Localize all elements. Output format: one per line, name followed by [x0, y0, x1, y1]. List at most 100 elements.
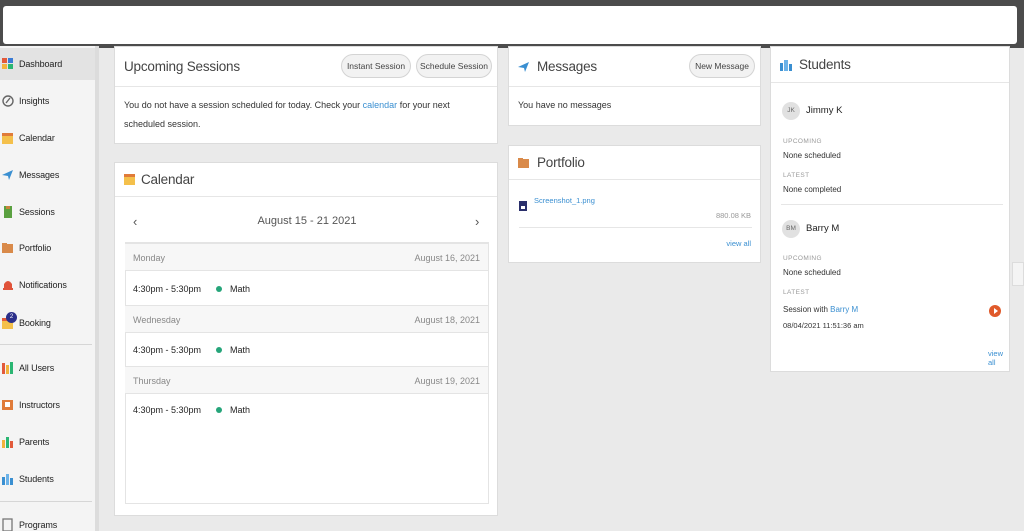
sidebar-item-label: Notifications	[19, 280, 67, 290]
instructors-icon	[2, 398, 14, 412]
event-dot	[216, 286, 223, 292]
sidebar-item-all-users[interactable]: All Users	[0, 352, 95, 384]
day-header: Thursday August 19, 2021	[125, 366, 488, 394]
day-header: Wednesday August 18, 2021	[125, 305, 488, 333]
card-title: Students	[799, 57, 851, 72]
sidebar-item-label: Programs	[19, 520, 58, 530]
file-icon	[519, 201, 527, 211]
messages-icon	[518, 61, 530, 73]
scrollbar[interactable]	[1012, 262, 1024, 286]
messages-card: Messages New Message You have no message…	[508, 46, 761, 126]
top-bar	[0, 0, 1024, 48]
calendar-event[interactable]: 4:30pm - 5:30pm Math	[133, 345, 250, 355]
messages-icon	[2, 168, 14, 182]
bell-icon	[2, 278, 14, 292]
sidebar-item-label: Booking	[19, 318, 51, 328]
divider	[781, 204, 1003, 205]
portfolio-icon	[2, 241, 14, 255]
play-icon[interactable]	[989, 305, 1001, 317]
day-date: August 18, 2021	[414, 315, 480, 325]
calendar-link[interactable]: calendar	[363, 100, 398, 110]
day-name: Wednesday	[133, 315, 181, 325]
all-users-icon	[2, 361, 14, 375]
calendar-event[interactable]: 4:30pm - 5:30pm Math	[133, 405, 250, 415]
latest-session: Session with Barry M	[783, 305, 858, 314]
card-title: Upcoming Sessions	[124, 59, 240, 74]
event-dot	[216, 347, 223, 353]
event-time: 4:30pm - 5:30pm	[133, 284, 202, 294]
instant-session-button[interactable]: Instant Session	[341, 54, 411, 78]
latest-label: LATEST	[783, 289, 810, 296]
sidebar-item-label: All Users	[19, 363, 55, 373]
card-title: Portfolio	[537, 155, 585, 170]
card-header: Portfolio	[509, 146, 760, 180]
avatar: JK	[782, 102, 800, 120]
students-view-all-link[interactable]: view all	[988, 349, 1009, 367]
dashboard-icon	[2, 57, 14, 71]
event-time: 4:30pm - 5:30pm	[133, 345, 202, 355]
sidebar-item-messages[interactable]: Messages	[0, 159, 95, 191]
sidebar-item-calendar[interactable]: Calendar	[0, 122, 95, 154]
upcoming-value: None scheduled	[783, 151, 841, 160]
card-title: Calendar	[141, 172, 195, 187]
day-header: Monday August 16, 2021	[125, 243, 488, 271]
next-week-button[interactable]: ›	[475, 214, 479, 229]
student-name[interactable]: Barry M	[806, 223, 839, 234]
sidebar-item-label: Messages	[19, 170, 60, 180]
latest-prefix: Session with	[783, 305, 831, 314]
portfolio-view-all-link[interactable]: view all	[726, 239, 751, 248]
sidebar: Dashboard Insights Calendar Messages Ses…	[0, 46, 99, 531]
sidebar-item-label: Parents	[19, 437, 50, 447]
students-card: Students JK Jimmy K UPCOMING None schedu…	[770, 46, 1010, 372]
avatar: BM	[782, 220, 800, 238]
sidebar-item-insights[interactable]: Insights	[0, 85, 95, 117]
calendar-card: Calendar ‹ August 15 - 21 2021 › Monday …	[114, 162, 498, 516]
sidebar-item-programs[interactable]: Programs	[0, 509, 95, 531]
sidebar-divider	[0, 501, 92, 502]
event-time: 4:30pm - 5:30pm	[133, 405, 202, 415]
calendar-icon	[124, 173, 135, 186]
sidebar-item-portfolio[interactable]: Portfolio	[0, 232, 95, 264]
sidebar-item-label: Students	[19, 474, 54, 484]
event-subject: Math	[230, 405, 251, 415]
notification-badge: 2	[6, 312, 17, 323]
sidebar-item-label: Calendar	[19, 133, 55, 143]
sessions-icon	[2, 205, 14, 219]
schedule-session-button[interactable]: Schedule Session	[416, 54, 492, 78]
sidebar-item-students[interactable]: Students	[0, 463, 95, 495]
event-subject: Math	[230, 284, 251, 294]
new-message-button[interactable]: New Message	[689, 54, 755, 78]
sidebar-item-instructors[interactable]: Instructors	[0, 389, 95, 421]
portfolio-card: Portfolio Screenshot_1.png 880.08 KB vie…	[508, 145, 761, 263]
programs-icon	[2, 518, 14, 531]
latest-time: 08/04/2021 11:51:36 am	[783, 321, 864, 330]
sidebar-item-sessions[interactable]: Sessions	[0, 196, 95, 228]
insights-icon	[2, 94, 14, 108]
calendar-icon	[2, 131, 14, 145]
day-name: Monday	[133, 253, 166, 263]
calendar-event[interactable]: 4:30pm - 5:30pm Math	[133, 284, 250, 294]
address-bar[interactable]	[3, 6, 1017, 44]
sidebar-item-parents[interactable]: Parents	[0, 426, 95, 458]
card-title: Messages	[537, 59, 597, 74]
card-header: Students	[771, 47, 1009, 83]
portfolio-icon	[518, 157, 530, 169]
sidebar-item-notifications[interactable]: Notifications	[0, 269, 95, 301]
upcoming-label: UPCOMING	[783, 138, 822, 145]
no-messages-text: You have no messages	[518, 100, 612, 110]
students-icon	[780, 59, 793, 71]
student-name[interactable]: Jimmy K	[806, 105, 842, 116]
portfolio-file-link[interactable]: Screenshot_1.png	[534, 196, 595, 205]
sidebar-item-label: Sessions	[19, 207, 55, 217]
session-student-link[interactable]: Barry M	[830, 305, 858, 314]
event-subject: Math	[230, 345, 251, 355]
sidebar-item-label: Insights	[19, 96, 50, 106]
upcoming-value: None scheduled	[783, 268, 841, 277]
sidebar-item-dashboard[interactable]: Dashboard	[0, 48, 95, 80]
message-text: You do not have a session scheduled for …	[124, 100, 363, 110]
latest-label: LATEST	[783, 172, 810, 179]
event-dot	[216, 407, 223, 413]
week-range: August 15 - 21 2021	[257, 215, 357, 227]
sidebar-item-label: Dashboard	[19, 59, 63, 69]
upcoming-label: UPCOMING	[783, 255, 822, 262]
